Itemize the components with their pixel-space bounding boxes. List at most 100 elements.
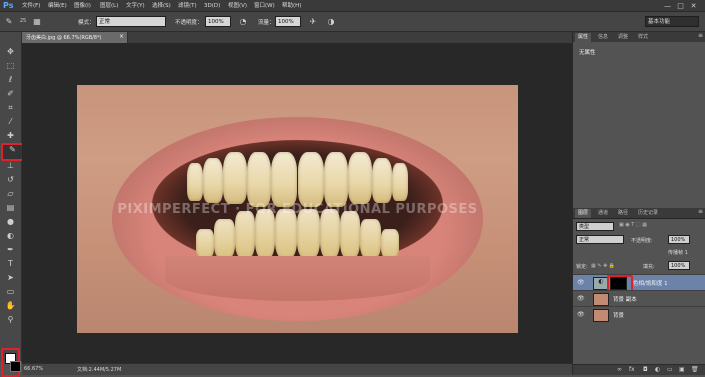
hand-tool-icon[interactable]: ✋: [3, 300, 18, 311]
fill-input[interactable]: 100%: [668, 261, 690, 270]
delete-layer-icon[interactable]: 🗑: [691, 366, 699, 373]
eye-icon[interactable]: 👁: [577, 311, 585, 318]
properties-content: 无属性: [579, 50, 596, 56]
opacity-input[interactable]: 100%: [205, 16, 231, 27]
flow-input[interactable]: 100%: [275, 16, 301, 27]
menu-window[interactable]: 窗口(W): [254, 2, 275, 10]
tab-channels[interactable]: 通道: [595, 209, 611, 218]
pen-tool-icon[interactable]: ✒: [3, 244, 18, 255]
lock-icons[interactable]: ▦ ✎ ✥ 🔒: [591, 263, 615, 273]
background-color[interactable]: [10, 361, 21, 372]
tab-paths[interactable]: 路径: [615, 209, 631, 218]
layer-name: 背景: [613, 313, 625, 319]
menu-layer[interactable]: 图层(L): [100, 2, 118, 10]
lower-lip: [165, 256, 430, 301]
marquee-tool-icon[interactable]: ⬚: [3, 60, 18, 71]
opacity-label: 不透明度：: [175, 20, 203, 26]
tab-properties[interactable]: 属性: [575, 33, 592, 42]
toolbox: ✥ ⬚ ℓ ✐ ⌗ ⁄ ✚ ✎ ⊥ ↺ ▱ ▤ ● ◐ ✒ T ➤ ▭ ✋ ⚲: [0, 32, 24, 377]
pressure-opacity-icon[interactable]: ◔: [238, 16, 248, 27]
tab-adjustments[interactable]: 调整: [615, 33, 631, 42]
path-select-tool-icon[interactable]: ➤: [3, 272, 18, 283]
layer-opacity-input[interactable]: 100%: [668, 235, 690, 244]
brush-tool-icon[interactable]: ✎: [4, 16, 14, 27]
pressure-size-icon[interactable]: ◑: [326, 16, 336, 27]
blend-mode-select[interactable]: 正常: [576, 235, 624, 244]
crop-tool-icon[interactable]: ⌗: [3, 102, 18, 113]
dodge-tool-icon[interactable]: ◐: [3, 230, 18, 241]
menu-3d[interactable]: 3D(D): [204, 2, 220, 10]
unify-label[interactable]: 传播帧 1: [668, 249, 688, 259]
clone-stamp-tool-icon[interactable]: ⊥: [3, 160, 18, 171]
menu-help[interactable]: 帮助(H): [282, 2, 301, 10]
history-brush-tool-icon[interactable]: ↺: [3, 174, 18, 185]
document-tab-label: 牙齿美白.jpg @ 66.7%(RGB/8*): [26, 35, 102, 41]
tab-styles[interactable]: 样式: [635, 33, 651, 42]
close-button[interactable]: ✕: [689, 2, 698, 10]
eye-icon[interactable]: 👁: [577, 295, 585, 302]
add-mask-icon[interactable]: ◘: [643, 366, 648, 373]
eraser-tool-icon[interactable]: ▱: [3, 188, 18, 199]
tab-history[interactable]: 历史记录: [635, 209, 661, 218]
layer-thumbnail: [593, 293, 609, 306]
color-swatches: [1, 348, 21, 377]
minimize-button[interactable]: —: [663, 2, 672, 10]
gradient-tool-icon[interactable]: ▤: [3, 202, 18, 213]
new-layer-icon[interactable]: ▣: [679, 366, 685, 373]
new-group-icon[interactable]: ▭: [667, 366, 673, 373]
panel-menu-icon[interactable]: ≡: [698, 32, 703, 39]
menu-edit[interactable]: 编辑(E): [48, 2, 67, 10]
layer-filter-select[interactable]: 类型: [576, 222, 614, 231]
tab-layers[interactable]: 图层: [575, 209, 592, 218]
shape-tool-icon[interactable]: ▭: [3, 286, 18, 297]
new-adjustment-icon[interactable]: ◐: [655, 366, 660, 373]
quick-select-tool-icon[interactable]: ✐: [3, 88, 18, 99]
blend-mode-value: 正常: [579, 237, 590, 243]
brush-tool-icon[interactable]: ✎: [1, 143, 24, 161]
canvas-area[interactable]: PIXIMPERFECT · FOR EDUCATIONAL PURPOSES: [22, 43, 572, 363]
blur-tool-icon[interactable]: ●: [3, 216, 18, 227]
lasso-tool-icon[interactable]: ℓ: [3, 74, 18, 85]
menu-type[interactable]: 文字(Y): [126, 2, 145, 10]
type-tool-icon[interactable]: T: [3, 258, 18, 269]
menu-bar: Ps 文件(F) 编辑(E) 图像(I) 图层(L) 文字(Y) 选择(S) 滤…: [0, 0, 705, 12]
mode-value: 正常: [99, 19, 111, 25]
layer-row[interactable]: 👁 背景: [573, 306, 705, 323]
layers-panel-tabs: 图层 通道 路径 历史记录 ≡: [573, 208, 705, 219]
tab-info[interactable]: 信息: [595, 33, 611, 42]
layer-name: 色相/饱和度 1: [633, 281, 668, 287]
layer-filter-icons[interactable]: ▣ ◉ T ⬚ ▦: [619, 222, 647, 232]
eye-icon[interactable]: 👁: [577, 279, 585, 286]
layer-name: 背景 副本: [613, 297, 637, 303]
document-info[interactable]: 文档:2.44M/5.27M: [77, 366, 121, 373]
move-tool-icon[interactable]: ✥: [3, 46, 18, 57]
eyedropper-tool-icon[interactable]: ⁄: [3, 116, 18, 127]
lock-label: 锁定:: [576, 264, 588, 270]
close-tab-icon[interactable]: ×: [119, 33, 124, 40]
tab-strip: [128, 32, 572, 43]
menu-file[interactable]: 文件(F): [22, 2, 40, 10]
mode-label: 模式：: [78, 20, 95, 26]
layer-row[interactable]: 👁 ◐ 色相/饱和度 1: [573, 274, 705, 294]
document-tab[interactable]: 牙齿美白.jpg @ 66.7%(RGB/8*) ×: [22, 32, 128, 43]
layer-row[interactable]: 👁 背景 副本: [573, 290, 705, 307]
document-image[interactable]: PIXIMPERFECT · FOR EDUCATIONAL PURPOSES: [77, 85, 518, 333]
menu-select[interactable]: 选择(S): [152, 2, 171, 10]
link-layers-icon[interactable]: ∞: [617, 366, 622, 373]
layer-style-icon[interactable]: fx: [629, 366, 635, 373]
menu-image[interactable]: 图像(I): [74, 2, 91, 10]
brush-size-picker[interactable]: 25: [18, 16, 28, 27]
fill-value: 100%: [671, 263, 686, 269]
zoom-level[interactable]: 66.67%: [24, 366, 43, 372]
zoom-tool-icon[interactable]: ⚲: [3, 314, 18, 325]
mode-select[interactable]: 正常: [96, 16, 166, 27]
menu-view[interactable]: 视图(V): [228, 2, 247, 10]
layers-menu-icon[interactable]: ≡: [698, 208, 703, 215]
healing-brush-tool-icon[interactable]: ✚: [3, 130, 18, 141]
airbrush-icon[interactable]: ✈: [308, 16, 318, 27]
workspace-select[interactable]: 基本功能: [645, 16, 699, 27]
brush-panel-toggle-icon[interactable]: ▦: [32, 16, 42, 27]
layer-filter-value: 类型: [579, 224, 590, 230]
maximize-button[interactable]: □: [676, 2, 685, 10]
menu-filter[interactable]: 滤镜(T): [178, 2, 197, 10]
